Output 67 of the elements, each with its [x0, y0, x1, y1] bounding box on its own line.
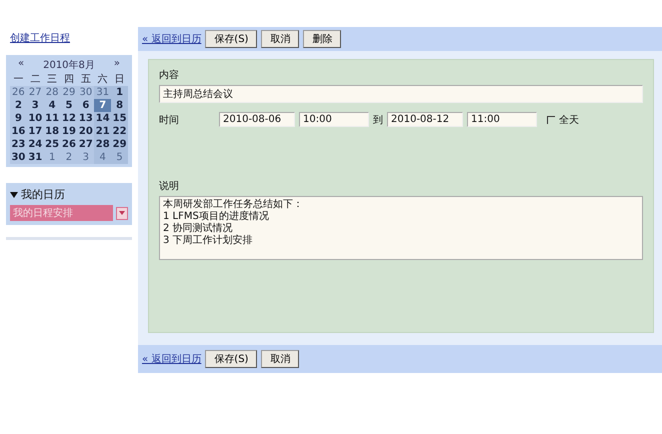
weekday-label: 一	[12, 73, 24, 86]
toolbar-button[interactable]: 保存(S)	[205, 30, 258, 48]
start-time-field[interactable]: 10:00	[299, 112, 369, 127]
calendar-day[interactable]: 31	[26, 151, 44, 164]
calendar-day[interactable]: 21	[94, 125, 112, 138]
calendar-day[interactable]: 16	[10, 125, 27, 138]
toolbar-button[interactable]: 取消	[261, 350, 300, 368]
calendar-day[interactable]: 15	[111, 112, 128, 125]
calendar-day[interactable]: 6	[77, 99, 94, 112]
weekday-label: 四	[62, 73, 75, 86]
create-schedule-link[interactable]: 创建工作日程	[2, 27, 132, 49]
content-label: 内容	[159, 68, 180, 82]
weekday-label: 二	[29, 73, 42, 86]
all-day-checkbox[interactable]	[547, 116, 555, 124]
caret-icon	[119, 211, 125, 215]
calendar-day[interactable]: 22	[111, 125, 128, 138]
toolbar-button[interactable]: 保存(S)	[205, 350, 258, 368]
description-label: 说明	[159, 180, 180, 193]
calendar-day[interactable]: 5	[60, 99, 78, 112]
calendar-day[interactable]: 8	[111, 99, 128, 112]
weekday-label: 三	[46, 73, 58, 86]
calendar-day[interactable]: 10	[26, 112, 44, 125]
calendar-day[interactable]: 2	[60, 151, 78, 164]
calendar-day[interactable]: 7	[94, 99, 112, 112]
back-to-calendar-link[interactable]: « 返回到日历	[142, 32, 202, 46]
calendar-day[interactable]: 13	[77, 112, 94, 125]
description-field[interactable]: 本周研发部工作任务总结如下： 1 LFMS项目的进度情况 2 协同测试情况 3 下周工作计划安排	[159, 196, 643, 260]
calendar-day[interactable]: 25	[44, 138, 61, 151]
end-time-field[interactable]: 11:00	[467, 112, 537, 127]
next-month[interactable]: »	[114, 58, 120, 72]
calendar-day[interactable]: 27	[77, 138, 94, 151]
calendar-day[interactable]: 29	[111, 138, 128, 151]
calendar-day[interactable]: 2	[10, 99, 27, 112]
calendar-day[interactable]: 1	[111, 86, 128, 99]
calendar-day[interactable]: 19	[60, 125, 78, 138]
calendar-day[interactable]: 11	[44, 112, 61, 125]
calendar-day[interactable]: 17	[26, 125, 44, 138]
all-day-label: 全天	[559, 114, 579, 126]
calendar-day[interactable]: 14	[94, 112, 112, 125]
my-calendars-title: 我的日历	[21, 187, 65, 202]
calendar-day[interactable]: 30	[10, 151, 27, 164]
calendar-day[interactable]: 28	[44, 86, 61, 99]
weekday-label: 六	[96, 72, 109, 86]
calendar-day[interactable]: 28	[94, 138, 112, 151]
caret-icon[interactable]	[10, 192, 18, 198]
content-field[interactable]: 主持周总结会议	[159, 85, 643, 103]
calendar-day[interactable]: 24	[26, 138, 44, 151]
back-to-calendar-link[interactable]: « 返回到日历	[142, 352, 202, 366]
to-label: 到	[373, 114, 383, 126]
toolbar-button[interactable]: 取消	[261, 30, 300, 48]
toolbar-button[interactable]: 删除	[303, 30, 342, 48]
time-label: 时间	[159, 114, 180, 126]
calendar-day[interactable]: 26	[60, 138, 78, 151]
start-date-field[interactable]: 2010-08-06	[219, 112, 295, 127]
weekday-label: 日	[114, 73, 126, 86]
calendar-day[interactable]: 4	[44, 99, 61, 112]
dropdown-button[interactable]	[116, 206, 128, 220]
calendar-day[interactable]: 23	[10, 138, 27, 151]
calendar-day[interactable]: 9	[10, 112, 27, 125]
calendar-day[interactable]: 12	[60, 112, 78, 125]
calendar-day[interactable]: 18	[44, 125, 61, 138]
calendar-day[interactable]: 3	[26, 99, 44, 112]
calendar-day[interactable]: 20	[77, 125, 94, 138]
weekday-label: 五	[80, 73, 92, 86]
month-title: 2010年8月	[43, 59, 95, 72]
prev-month[interactable]: «	[18, 58, 24, 72]
end-date-field[interactable]: 2010-08-12	[387, 112, 463, 127]
